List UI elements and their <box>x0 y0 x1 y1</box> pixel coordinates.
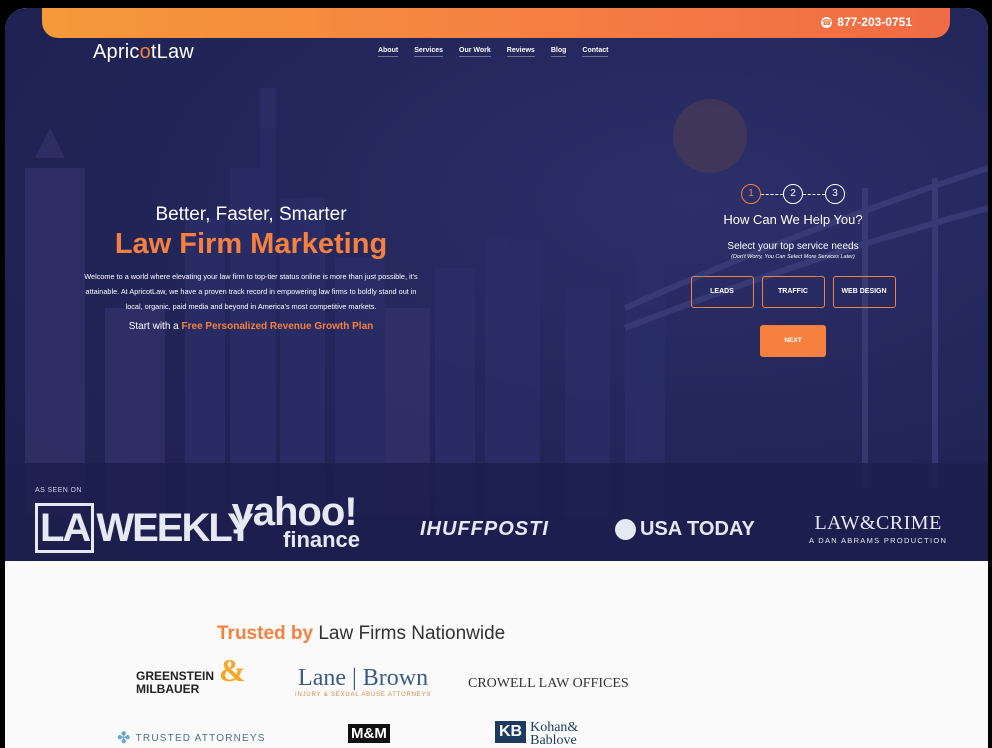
form-question: How Can We Help You? <box>723 212 863 227</box>
as-seen-on-label: AS SEEN ON <box>35 487 82 494</box>
form-select-label: Select your top service needs <box>727 241 859 252</box>
step-2: 2 <box>783 184 803 204</box>
crowell-logo: CROWELL LAW OFFICES <box>468 676 629 691</box>
lawcrime-text: LAW&CRIME <box>814 512 942 534</box>
greenstein-ampersand: & <box>219 652 246 688</box>
milbauer-text: MILBAUER <box>136 682 200 696</box>
huffpost-logo: IHUFFPOSTI <box>420 518 549 540</box>
hero-tagline: Better, Faster, Smarter <box>155 204 347 225</box>
lane-brown-text: Lane | Brown <box>298 665 429 691</box>
service-options: LEADS TRAFFIC WEB DESIGN <box>683 276 903 308</box>
trusted-heading: Trusted by Law Firms Nationwide <box>217 623 505 645</box>
usa-today-logo: USA TODAY <box>615 518 755 541</box>
kohan-bablove-text: Kohan& Bablove <box>530 721 578 748</box>
page-frame: ☎ 877-203-0751 ApricotLaw About Services… <box>5 8 988 748</box>
nav-reviews[interactable]: Reviews <box>506 47 535 57</box>
trusted-section: Trusted by Law Firms Nationwide GREENSTE… <box>5 561 988 748</box>
phone-number: 877-203-0751 <box>837 15 912 29</box>
yahoo-text: yahoo! <box>231 490 357 534</box>
step-connector <box>761 193 783 195</box>
kohan-bablove-logo: KB Kohan& Bablove <box>495 721 578 748</box>
bablove-text: Bablove <box>530 733 577 748</box>
hero-copy: Better, Faster, Smarter Law Firm Marketi… <box>83 204 419 332</box>
option-web-design[interactable]: WEB DESIGN <box>832 276 896 308</box>
law-and-crime-logo: LAW&CRIME A DAN ABRAMS PRODUCTION <box>809 512 947 545</box>
hero-description: Welcome to a world where elevating your … <box>84 272 418 311</box>
logo-text-1: Apric <box>93 41 140 63</box>
nav-our-work[interactable]: Our Work <box>459 47 491 57</box>
main-nav: About Services Our Work Reviews Blog Con… <box>378 47 609 57</box>
lane-brown-logo: Lane | Brown INJURY & SEXUAL ABUSE ATTOR… <box>295 665 431 698</box>
apricotlaw-logo[interactable]: ApricotLaw <box>93 41 194 64</box>
form-note: (Don't Worry, You Can Select More Servic… <box>731 254 855 260</box>
logo-text-accent: o <box>139 41 151 63</box>
nav-contact[interactable]: Contact <box>582 47 609 57</box>
form-steps: 1 2 3 <box>683 184 903 204</box>
nav-services[interactable]: Services <box>414 47 444 57</box>
top-contact-bar: ☎ 877-203-0751 <box>42 8 950 38</box>
phone-link[interactable]: ☎ 877-203-0751 <box>821 15 912 29</box>
hero-headline: Law Firm Marketing <box>114 228 388 260</box>
hero-cta: Start with a Free Personalized Revenue G… <box>83 321 419 332</box>
option-leads[interactable]: LEADS <box>690 276 754 308</box>
finance-text: finance <box>283 527 361 552</box>
kb-mark: KB <box>495 721 527 743</box>
step-connector <box>803 193 825 195</box>
lane-brown-subtext: INJURY & SEXUAL ABUSE ATTORNEYS <box>295 692 432 698</box>
phone-icon: ☎ <box>821 16 833 28</box>
press-logos: LA WEEKLY yahoo! finance IHUFFPOSTI USA T… <box>5 492 988 556</box>
logo-text-2: tLaw <box>150 41 194 63</box>
nav-blog[interactable]: Blog <box>550 47 567 57</box>
trusted-rest: Law Firms Nationwide <box>313 623 506 644</box>
service-form: 1 2 3 How Can We Help You? Select your t… <box>683 184 903 357</box>
cta-prefix: Start with a <box>128 321 182 332</box>
mm-logo: M&M <box>348 724 390 743</box>
scales-icon: ✤ <box>117 730 132 747</box>
hero-section: ☎ 877-203-0751 ApricotLaw About Services… <box>5 8 988 561</box>
option-traffic[interactable]: TRAFFIC <box>761 276 825 308</box>
nav-about[interactable]: About <box>378 47 399 57</box>
step-1: 1 <box>741 184 761 204</box>
trusted-highlight: Trusted by <box>217 623 314 644</box>
chicago-text: TRUSTED ATTORNEYS <box>135 732 266 744</box>
usa-today-dot <box>615 519 636 540</box>
next-button[interactable]: NEXT <box>760 325 826 357</box>
chicago-trusted-attorneys-logo: ✤ TRUSTED ATTORNEYS <box>117 728 266 748</box>
step-3: 3 <box>825 184 845 204</box>
yahoo-finance-logo: yahoo! finance <box>228 490 361 552</box>
usa-today-text: USA TODAY <box>640 518 755 540</box>
growth-plan-link[interactable]: Free Personalized Revenue Growth Plan <box>182 321 374 332</box>
la-weekly-logo: LA WEEKLY <box>35 503 254 553</box>
greenstein-milbauer-logo: GREENSTEIN MILBAUER & <box>136 654 246 696</box>
la-weekly-la: LA <box>35 503 95 553</box>
lawcrime-subtext: A DAN ABRAMS PRODUCTION <box>809 536 948 545</box>
